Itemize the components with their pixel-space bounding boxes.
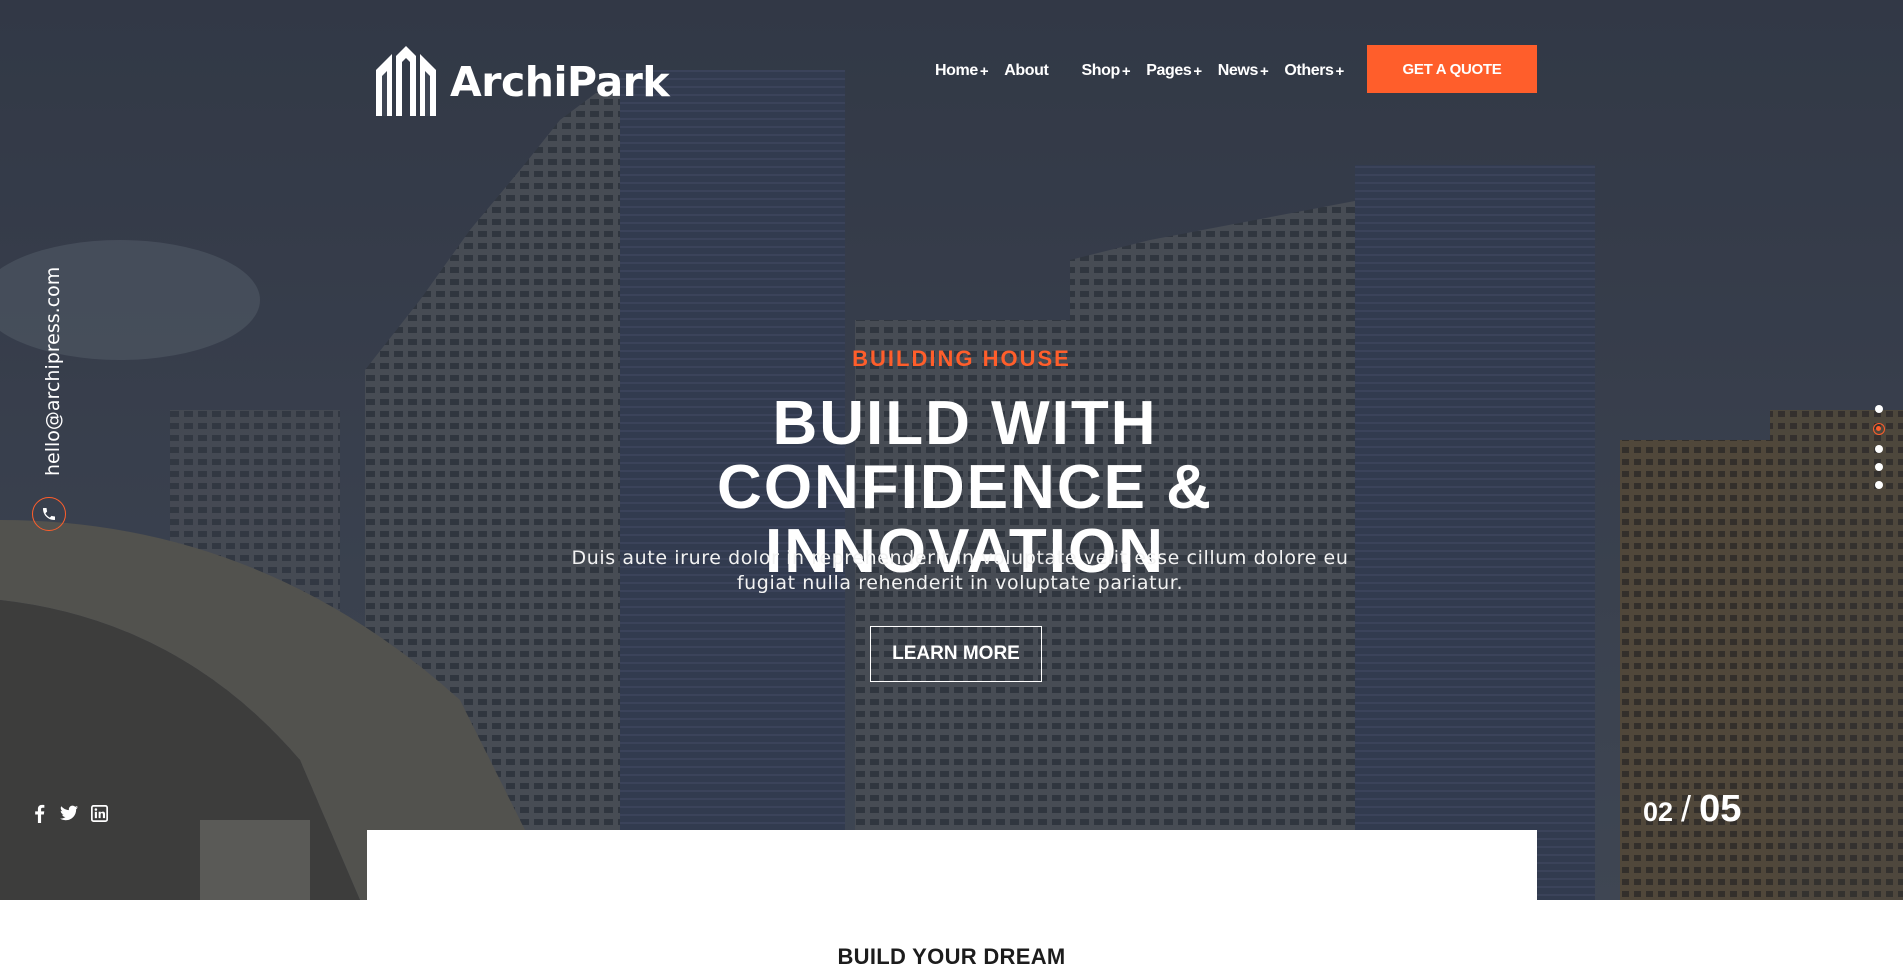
slide-separator: / [1681, 788, 1692, 829]
linkedin-icon [90, 804, 108, 822]
slide-dot[interactable] [1875, 481, 1883, 489]
get-a-quote-button[interactable]: GET A QUOTE [1367, 45, 1537, 93]
social-links [30, 803, 108, 823]
nav-item-news[interactable]: News + [1218, 62, 1269, 80]
feature-box [367, 830, 1537, 900]
plus-icon: + [1193, 62, 1202, 80]
plus-icon: + [1121, 62, 1131, 80]
twitter-icon [60, 805, 78, 821]
linkedin-link[interactable] [90, 803, 108, 823]
twitter-link[interactable] [60, 803, 78, 823]
facebook-icon [34, 804, 44, 823]
nav-item-label: Home [935, 62, 978, 79]
slide-current: 02 [1643, 797, 1674, 827]
site-logo[interactable]: ArchiPark [370, 44, 670, 120]
slide-dot[interactable] [1875, 463, 1883, 471]
slide-counter: 02/05 [1643, 788, 1741, 831]
section-title: BUILD YOUR DREAM [837, 944, 1066, 969]
nav-item-label: News [1217, 62, 1259, 79]
learn-more-button[interactable]: LEARN MORE [870, 626, 1042, 682]
slide-dot[interactable] [1875, 405, 1883, 413]
nav-item-label: About [1004, 62, 1049, 79]
phone-button[interactable] [32, 497, 66, 531]
slide-total: 05 [1699, 788, 1742, 830]
hero-description: Duis aute irure dolor in reprehenderit i… [571, 547, 1349, 594]
plus-icon: + [1335, 62, 1345, 80]
nav-item-about[interactable]: About [1004, 62, 1049, 80]
nav-item-pages[interactable]: Pages + [1146, 62, 1202, 80]
nav-item-home[interactable]: Home + [935, 62, 989, 80]
main-navigation: Home + About Shop + Pages + News + Others + [935, 62, 1344, 80]
plus-icon: + [1259, 62, 1269, 80]
facebook-link[interactable] [30, 803, 48, 823]
nav-item-label: Pages [1146, 62, 1192, 79]
slide-dot[interactable] [1875, 445, 1883, 453]
slide-dot-active[interactable] [1873, 423, 1885, 435]
phone-icon [43, 508, 55, 520]
slider-pagination [1873, 405, 1885, 489]
hero-subtitle: BUILDING HOUSE [852, 346, 1071, 371]
plus-icon: + [979, 62, 989, 80]
nav-item-others[interactable]: Others + [1284, 62, 1344, 80]
nav-item-shop[interactable]: Shop + [1081, 62, 1130, 80]
contact-email-link[interactable]: hello@archipress.com [42, 267, 64, 476]
site-name: ArchiPark [450, 58, 670, 106]
nav-item-label: Others [1284, 62, 1334, 79]
building-logo-icon [376, 46, 436, 116]
nav-item-label: Shop [1081, 62, 1120, 79]
